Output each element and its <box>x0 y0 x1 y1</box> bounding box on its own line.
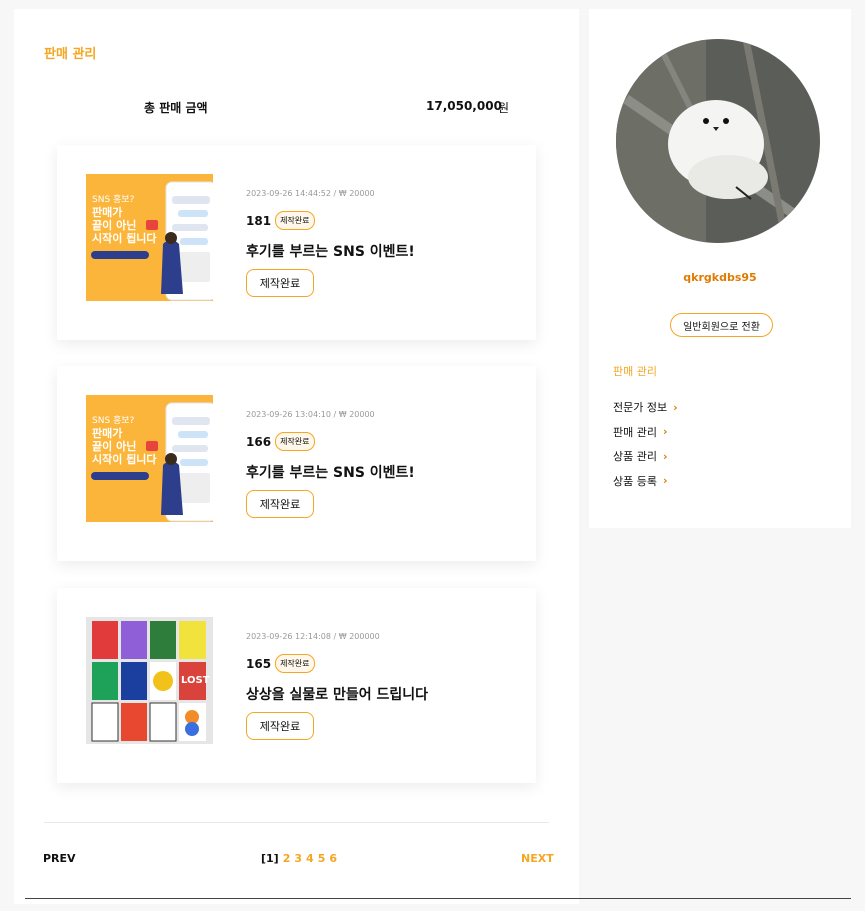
chevron-right-icon: › <box>662 474 668 488</box>
side-item-expert-info[interactable]: 전문가 정보 › <box>613 395 678 420</box>
side-menu: 전문가 정보 › 판매 관리 › 상품 관리 › 상품 등록 › <box>613 395 678 493</box>
thumb-lost-text: LOST <box>181 675 210 686</box>
side-item-label: 판매 관리 <box>613 425 657 439</box>
thumb-headline: 판매가 끝이 아닌 시작이 됩니다 <box>92 427 157 466</box>
next-link[interactable]: NEXT <box>521 852 554 865</box>
product-thumbnail[interactable]: SNS 홍보? 판매가 끝이 아닌 시작이 됩니다 <box>86 395 213 522</box>
page-link-4[interactable]: 4 <box>306 852 314 865</box>
status-badge: 제작완료 <box>275 432 315 451</box>
sale-id: 181 <box>246 213 272 228</box>
sale-card[interactable]: SNS 홍보? 판매가 끝이 아닌 시작이 됩니다 2023-09-26 13:… <box>57 366 536 561</box>
sale-meta: 2023-09-26 12:14:08 / ₩ 200000 <box>246 632 380 641</box>
sale-card[interactable]: SNS 홍보? 판매가 끝이 아닌 시작이 됩니다 2023-09-26 14:… <box>57 145 536 340</box>
page-link-5[interactable]: 5 <box>318 852 326 865</box>
sale-title[interactable]: 상상을 실물로 만들어 드립니다 <box>246 684 428 704</box>
status-badge: 제작완료 <box>275 211 315 230</box>
product-thumbnail[interactable]: LOST <box>86 617 213 744</box>
status-button[interactable]: 제작완료 <box>246 269 314 297</box>
sale-meta: 2023-09-26 14:44:52 / ₩ 20000 <box>246 189 375 198</box>
page-link-3[interactable]: 3 <box>294 852 302 865</box>
thumb-headline: 판매가 끝이 아닌 시작이 됩니다 <box>92 206 157 245</box>
current-page: [1] <box>261 852 279 865</box>
status-button[interactable]: 제작완료 <box>246 490 314 518</box>
product-thumbnail[interactable]: SNS 홍보? 판매가 끝이 아닌 시작이 됩니다 <box>86 174 213 301</box>
sale-id: 165 <box>246 656 272 671</box>
side-item-sales[interactable]: 판매 관리 › <box>613 420 678 445</box>
side-item-label: 상품 등록 <box>613 474 657 488</box>
profile-sidebar: qkrgkdbs95 일반회원으로 전환 판매 관리 전문가 정보 › 판매 관… <box>589 9 851 528</box>
thumb-caption: SNS 홍보? <box>92 195 135 205</box>
chevron-right-icon: › <box>662 425 668 439</box>
section-title: 판매 관리 <box>44 47 97 62</box>
side-menu-heading: 판매 관리 <box>613 365 657 378</box>
sales-panel: 판매 관리 총 판매 금액 17,050,000 원 SNS 홍보? 판매가 끝 <box>14 9 579 904</box>
page-link-2[interactable]: 2 <box>283 852 291 865</box>
side-item-products[interactable]: 상품 관리 › <box>613 444 678 469</box>
sale-card[interactable]: LOST 2023-09-26 12:14:08 / ₩ 200000 165 … <box>57 588 536 783</box>
total-sales-label: 총 판매 금액 <box>144 101 208 115</box>
chevron-right-icon: › <box>673 400 678 414</box>
total-sales-amount: 17,050,000 <box>426 99 502 113</box>
footer-line <box>25 898 851 899</box>
sale-title[interactable]: 후기를 부르는 SNS 이벤트! <box>246 241 415 261</box>
avatar <box>616 39 820 243</box>
side-item-label: 상품 관리 <box>613 450 657 464</box>
status-button[interactable]: 제작완료 <box>246 712 314 740</box>
side-item-register[interactable]: 상품 등록 › <box>613 469 678 494</box>
chevron-right-icon: › <box>662 449 668 463</box>
sale-meta: 2023-09-26 13:04:10 / ₩ 20000 <box>246 410 375 419</box>
switch-to-member-button[interactable]: 일반회원으로 전환 <box>670 313 773 337</box>
pagination-divider <box>44 822 549 823</box>
sale-title[interactable]: 후기를 부르는 SNS 이벤트! <box>246 462 415 482</box>
page-numbers: [1] 2 3 4 5 6 <box>261 852 337 865</box>
status-badge: 제작완료 <box>275 654 315 673</box>
side-item-label: 전문가 정보 <box>613 401 668 415</box>
sale-id: 166 <box>246 434 272 449</box>
thumb-caption: SNS 홍보? <box>92 416 135 426</box>
prev-link[interactable]: PREV <box>43 852 76 865</box>
username: qkrgkdbs95 <box>683 271 757 284</box>
page-link-6[interactable]: 6 <box>329 852 337 865</box>
total-sales-unit: 원 <box>498 101 510 115</box>
